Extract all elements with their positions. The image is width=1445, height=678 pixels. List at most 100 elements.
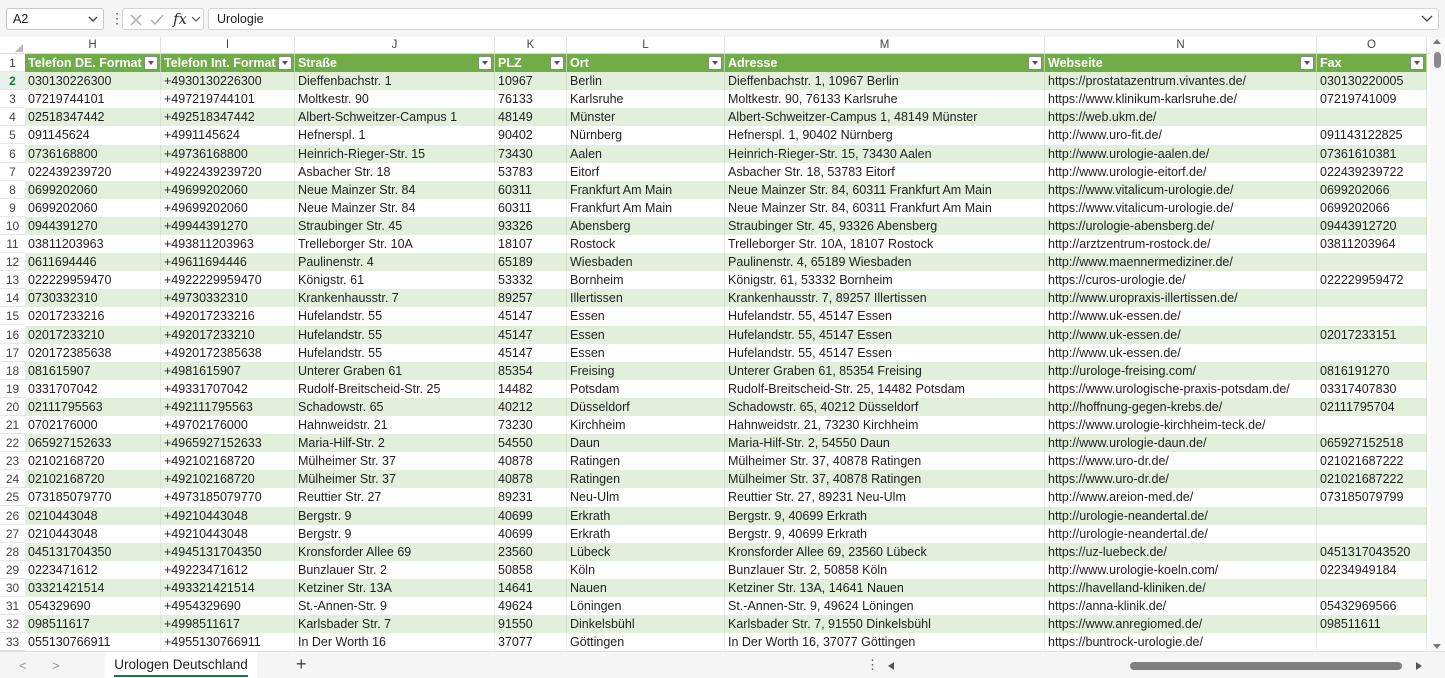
- table-cell[interactable]: Bornheim: [567, 271, 725, 290]
- table-cell[interactable]: 45147: [495, 343, 567, 362]
- header-cell[interactable]: Ort: [567, 54, 725, 73]
- table-cell[interactable]: +4954329690: [161, 597, 295, 616]
- table-cell[interactable]: Erkrath: [567, 524, 725, 543]
- filter-dropdown-icon[interactable]: [144, 56, 158, 70]
- table-cell[interactable]: Ketziner Str. 13A: [295, 578, 495, 597]
- table-cell[interactable]: Hufelandstr. 55, 45147 Essen: [725, 307, 1045, 326]
- table-cell[interactable]: 021021687222: [1317, 452, 1427, 471]
- table-cell[interactable]: Neue Mainzer Str. 84, 60311 Frankfurt Am…: [725, 180, 1045, 199]
- row-number[interactable]: 7: [0, 163, 25, 181]
- filter-dropdown-icon[interactable]: [1300, 56, 1314, 70]
- table-cell[interactable]: Hefnerspl. 1: [295, 126, 495, 145]
- table-cell[interactable]: 09443912720: [1317, 216, 1427, 235]
- table-cell[interactable]: Bergstr. 9: [295, 524, 495, 543]
- table-cell[interactable]: +4991145624: [161, 126, 295, 145]
- row-number[interactable]: 2: [0, 72, 25, 91]
- table-cell[interactable]: Moltkestr. 90, 76133 Karlsruhe: [725, 90, 1045, 109]
- table-cell[interactable]: Karlsruhe: [567, 90, 725, 109]
- row-number[interactable]: 22: [0, 434, 25, 453]
- table-cell[interactable]: +4920172385638: [161, 343, 295, 362]
- row-number[interactable]: 18: [0, 362, 25, 380]
- table-cell[interactable]: Schadowstr. 65, 40212 Düsseldorf: [725, 397, 1045, 416]
- horizontal-scroll-thumb[interactable]: [1130, 662, 1402, 670]
- row-number[interactable]: 33: [0, 633, 25, 651]
- table-cell[interactable]: 54550: [495, 434, 567, 453]
- table-cell[interactable]: 40699: [495, 506, 567, 525]
- table-cell[interactable]: 93326: [495, 216, 567, 235]
- table-cell[interactable]: 0451317043520: [1317, 542, 1427, 561]
- table-cell[interactable]: Dinkelsbühl: [567, 615, 725, 634]
- table-cell[interactable]: +4922439239720: [161, 162, 295, 181]
- row-number[interactable]: 5: [0, 126, 25, 145]
- table-cell[interactable]: Hufelandstr. 55, 45147 Essen: [725, 343, 1045, 362]
- table-cell[interactable]: 49624: [495, 597, 567, 616]
- table-cell[interactable]: 85354: [495, 361, 567, 380]
- table-cell[interactable]: 07219744101: [25, 90, 161, 109]
- table-cell[interactable]: https://www.urologie-kirchheim-teck.de/: [1045, 416, 1317, 435]
- table-cell[interactable]: https://www.uro-dr.de/: [1045, 452, 1317, 471]
- table-cell[interactable]: [1317, 289, 1427, 308]
- table-cell[interactable]: Dieffenbachstr. 1: [295, 72, 495, 91]
- table-cell[interactable]: +4945131704350: [161, 542, 295, 561]
- table-cell[interactable]: 45147: [495, 307, 567, 326]
- table-cell[interactable]: 022439239720: [25, 162, 161, 181]
- table-cell[interactable]: http://urologie-neandertal.de/: [1045, 506, 1317, 525]
- table-cell[interactable]: 02102168720: [25, 452, 161, 471]
- table-cell[interactable]: 53783: [495, 162, 567, 181]
- more-options-icon[interactable]: ⋮: [110, 9, 124, 27]
- scroll-up-icon[interactable]: [1433, 39, 1441, 44]
- table-cell[interactable]: +4998511617: [161, 615, 295, 634]
- table-cell[interactable]: Karlsbader Str. 7: [295, 615, 495, 634]
- table-cell[interactable]: Essen: [567, 307, 725, 326]
- table-cell[interactable]: Wiesbaden: [567, 253, 725, 272]
- table-cell[interactable]: Hefnerspl. 1, 90402 Nürnberg: [725, 126, 1045, 145]
- table-cell[interactable]: Göttingen: [567, 633, 725, 651]
- table-cell[interactable]: Trelleborger Str. 10A, 18107 Rostock: [725, 235, 1045, 254]
- column-header-k[interactable]: K: [495, 37, 567, 54]
- row-number[interactable]: 23: [0, 452, 25, 471]
- table-cell[interactable]: 022439239722: [1317, 162, 1427, 181]
- more-options-icon[interactable]: ⋮: [866, 657, 879, 673]
- prev-sheet-button[interactable]: <: [19, 658, 27, 673]
- table-cell[interactable]: Löningen: [567, 597, 725, 616]
- table-cell[interactable]: [1317, 633, 1427, 651]
- table-cell[interactable]: http://www.uropraxis-illertissen.de/: [1045, 289, 1317, 308]
- table-cell[interactable]: +49944391270: [161, 216, 295, 235]
- table-cell[interactable]: 03811203964: [1317, 235, 1427, 254]
- row-number[interactable]: 20: [0, 398, 25, 416]
- row-number[interactable]: 9: [0, 199, 25, 217]
- table-cell[interactable]: Köln: [567, 560, 725, 579]
- table-cell[interactable]: Neue Mainzer Str. 84: [295, 198, 495, 217]
- table-cell[interactable]: [1317, 307, 1427, 326]
- table-cell[interactable]: 065927152633: [25, 434, 161, 453]
- column-header-o[interactable]: O: [1317, 37, 1427, 54]
- table-cell[interactable]: 0331707042: [25, 379, 161, 398]
- table-cell[interactable]: +49210443048: [161, 524, 295, 543]
- select-all-corner[interactable]: [0, 37, 25, 54]
- table-cell[interactable]: Essen: [567, 325, 725, 344]
- table-cell[interactable]: Hahnweidstr. 21, 73230 Kirchheim: [725, 416, 1045, 435]
- table-cell[interactable]: Asbacher Str. 18, 53783 Eitorf: [725, 162, 1045, 181]
- table-cell[interactable]: 091143122825: [1317, 126, 1427, 145]
- header-cell[interactable]: Straße: [295, 54, 495, 73]
- table-cell[interactable]: 14641: [495, 578, 567, 597]
- table-cell[interactable]: Karlsbader Str. 7, 91550 Dinkelsbühl: [725, 615, 1045, 634]
- table-cell[interactable]: Neue Mainzer Str. 84, 60311 Frankfurt Am…: [725, 198, 1045, 217]
- table-cell[interactable]: 40878: [495, 452, 567, 471]
- table-cell[interactable]: http://www.uk-essen.de/: [1045, 307, 1317, 326]
- row-number[interactable]: 24: [0, 470, 25, 489]
- table-cell[interactable]: 030130220005: [1317, 72, 1427, 91]
- table-cell[interactable]: Reuttier Str. 27, 89231 Neu-Ulm: [725, 488, 1045, 507]
- table-cell[interactable]: 022229959470: [25, 271, 161, 290]
- table-cell[interactable]: +49699202060: [161, 180, 295, 199]
- table-cell[interactable]: [1317, 506, 1427, 525]
- table-cell[interactable]: 40878: [495, 470, 567, 489]
- row-number[interactable]: 19: [0, 380, 25, 398]
- table-cell[interactable]: 0699202060: [25, 180, 161, 199]
- table-cell[interactable]: +492102168720: [161, 452, 295, 471]
- table-cell[interactable]: Neue Mainzer Str. 84: [295, 180, 495, 199]
- table-cell[interactable]: 065927152518: [1317, 434, 1427, 453]
- table-cell[interactable]: 0611694446: [25, 253, 161, 272]
- table-cell[interactable]: 0223471612: [25, 560, 161, 579]
- table-cell[interactable]: Bergstr. 9: [295, 506, 495, 525]
